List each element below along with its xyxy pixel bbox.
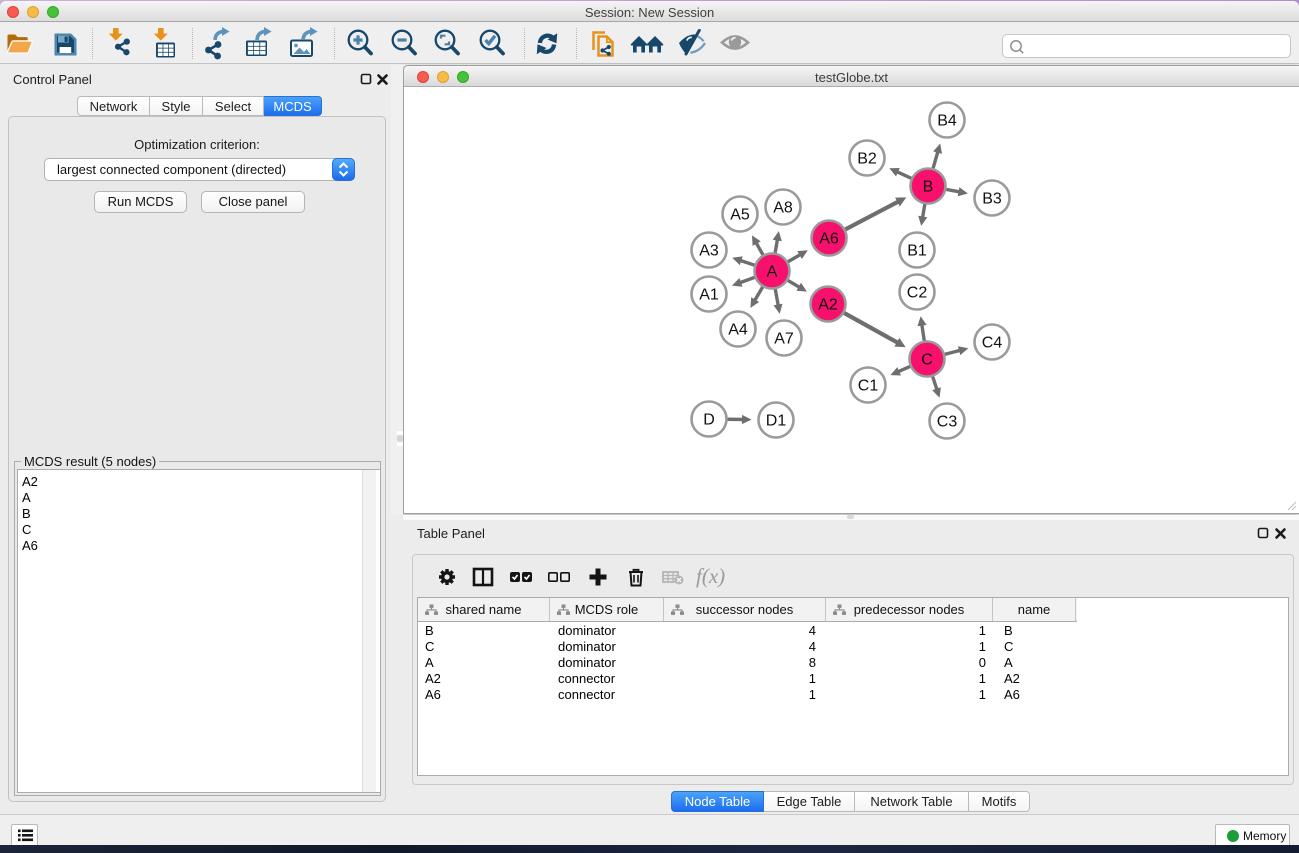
svg-text:B1: B1 (907, 243, 927, 260)
svg-text:f(x): f(x) (696, 565, 725, 588)
svg-text:C1: C1 (858, 378, 879, 395)
svg-text:C4: C4 (982, 335, 1003, 352)
svg-text:A6: A6 (819, 231, 839, 248)
svg-text:A: A (767, 264, 778, 281)
svg-text:C2: C2 (907, 285, 928, 302)
svg-text:A2: A2 (818, 297, 838, 314)
svg-text:C: C (921, 352, 933, 369)
svg-text:A4: A4 (728, 322, 748, 339)
svg-text:B4: B4 (937, 113, 957, 130)
svg-text:A3: A3 (699, 243, 719, 260)
svg-text:B3: B3 (982, 191, 1002, 208)
svg-text:C3: C3 (937, 414, 958, 431)
svg-text:A8: A8 (773, 200, 793, 217)
svg-text:B2: B2 (857, 151, 877, 168)
svg-text:D1: D1 (766, 413, 787, 430)
svg-text:A1: A1 (699, 287, 719, 304)
svg-text:A7: A7 (774, 331, 794, 348)
svg-text:A5: A5 (730, 207, 750, 224)
svg-text:B: B (923, 179, 934, 196)
svg-text:D: D (703, 412, 715, 429)
